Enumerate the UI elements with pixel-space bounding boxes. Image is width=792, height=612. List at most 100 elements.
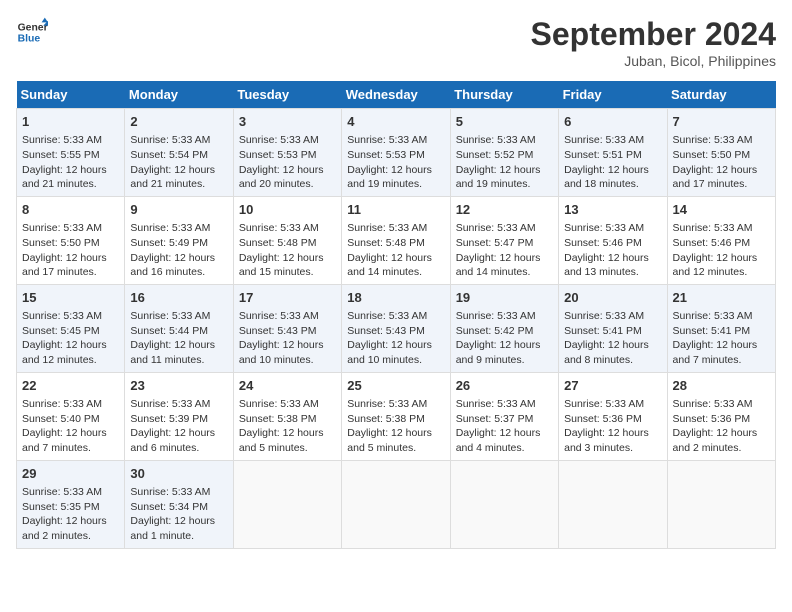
- day-number: 7: [673, 113, 770, 131]
- sunrise-text: Sunrise: 5:33 AM: [564, 398, 644, 410]
- sunrise-text: Sunrise: 5:33 AM: [456, 134, 536, 146]
- day-number: 9: [130, 201, 227, 219]
- table-row: 9Sunrise: 5:33 AMSunset: 5:49 PMDaylight…: [125, 196, 233, 284]
- sunrise-text: Sunrise: 5:33 AM: [673, 134, 753, 146]
- day-number: 26: [456, 377, 553, 395]
- sunset-text: Sunset: 5:42 PM: [456, 325, 534, 337]
- header-thursday: Thursday: [450, 81, 558, 109]
- sunrise-text: Sunrise: 5:33 AM: [22, 134, 102, 146]
- header-monday: Monday: [125, 81, 233, 109]
- table-row: 28Sunrise: 5:33 AMSunset: 5:36 PMDayligh…: [667, 372, 775, 460]
- sunset-text: Sunset: 5:41 PM: [673, 325, 751, 337]
- table-row: 25Sunrise: 5:33 AMSunset: 5:38 PMDayligh…: [342, 372, 450, 460]
- day-number: 14: [673, 201, 770, 219]
- day-number: 24: [239, 377, 336, 395]
- daylight-text: Daylight: 12 hours and 17 minutes.: [673, 164, 758, 191]
- day-number: 15: [22, 289, 119, 307]
- sunset-text: Sunset: 5:44 PM: [130, 325, 208, 337]
- day-number: 4: [347, 113, 444, 131]
- table-row: 3Sunrise: 5:33 AMSunset: 5:53 PMDaylight…: [233, 109, 341, 197]
- sunset-text: Sunset: 5:45 PM: [22, 325, 100, 337]
- sunrise-text: Sunrise: 5:33 AM: [22, 398, 102, 410]
- table-row: 5Sunrise: 5:33 AMSunset: 5:52 PMDaylight…: [450, 109, 558, 197]
- day-number: 8: [22, 201, 119, 219]
- table-row: [342, 460, 450, 548]
- daylight-text: Daylight: 12 hours and 1 minute.: [130, 515, 215, 542]
- daylight-text: Daylight: 12 hours and 16 minutes.: [130, 252, 215, 279]
- day-number: 16: [130, 289, 227, 307]
- daylight-text: Daylight: 12 hours and 7 minutes.: [22, 427, 107, 454]
- daylight-text: Daylight: 12 hours and 6 minutes.: [130, 427, 215, 454]
- day-number: 19: [456, 289, 553, 307]
- daylight-text: Daylight: 12 hours and 10 minutes.: [239, 339, 324, 366]
- header-friday: Friday: [559, 81, 667, 109]
- day-number: 2: [130, 113, 227, 131]
- table-row: 12Sunrise: 5:33 AMSunset: 5:47 PMDayligh…: [450, 196, 558, 284]
- table-row: 11Sunrise: 5:33 AMSunset: 5:48 PMDayligh…: [342, 196, 450, 284]
- daylight-text: Daylight: 12 hours and 15 minutes.: [239, 252, 324, 279]
- daylight-text: Daylight: 12 hours and 4 minutes.: [456, 427, 541, 454]
- sunset-text: Sunset: 5:38 PM: [347, 413, 425, 425]
- daylight-text: Daylight: 12 hours and 19 minutes.: [456, 164, 541, 191]
- daylight-text: Daylight: 12 hours and 20 minutes.: [239, 164, 324, 191]
- sunrise-text: Sunrise: 5:33 AM: [347, 310, 427, 322]
- sunset-text: Sunset: 5:49 PM: [130, 237, 208, 249]
- table-row: 20Sunrise: 5:33 AMSunset: 5:41 PMDayligh…: [559, 284, 667, 372]
- sunrise-text: Sunrise: 5:33 AM: [347, 398, 427, 410]
- table-row: [559, 460, 667, 548]
- sunset-text: Sunset: 5:53 PM: [239, 149, 317, 161]
- daylight-text: Daylight: 12 hours and 13 minutes.: [564, 252, 649, 279]
- day-number: 23: [130, 377, 227, 395]
- sunset-text: Sunset: 5:53 PM: [347, 149, 425, 161]
- daylight-text: Daylight: 12 hours and 17 minutes.: [22, 252, 107, 279]
- calendar-week-row: 29Sunrise: 5:33 AMSunset: 5:35 PMDayligh…: [17, 460, 776, 548]
- sunrise-text: Sunrise: 5:33 AM: [130, 310, 210, 322]
- sunset-text: Sunset: 5:43 PM: [347, 325, 425, 337]
- sunset-text: Sunset: 5:48 PM: [347, 237, 425, 249]
- sunset-text: Sunset: 5:39 PM: [130, 413, 208, 425]
- table-row: 10Sunrise: 5:33 AMSunset: 5:48 PMDayligh…: [233, 196, 341, 284]
- daylight-text: Daylight: 12 hours and 9 minutes.: [456, 339, 541, 366]
- sunset-text: Sunset: 5:52 PM: [456, 149, 534, 161]
- calendar-header-row: Sunday Monday Tuesday Wednesday Thursday…: [17, 81, 776, 109]
- header-sunday: Sunday: [17, 81, 125, 109]
- sunrise-text: Sunrise: 5:33 AM: [673, 398, 753, 410]
- calendar-week-row: 8Sunrise: 5:33 AMSunset: 5:50 PMDaylight…: [17, 196, 776, 284]
- daylight-text: Daylight: 12 hours and 14 minutes.: [456, 252, 541, 279]
- table-row: 6Sunrise: 5:33 AMSunset: 5:51 PMDaylight…: [559, 109, 667, 197]
- sunset-text: Sunset: 5:35 PM: [22, 501, 100, 513]
- table-row: 7Sunrise: 5:33 AMSunset: 5:50 PMDaylight…: [667, 109, 775, 197]
- daylight-text: Daylight: 12 hours and 12 minutes.: [673, 252, 758, 279]
- sunset-text: Sunset: 5:47 PM: [456, 237, 534, 249]
- day-number: 27: [564, 377, 661, 395]
- day-number: 25: [347, 377, 444, 395]
- sunrise-text: Sunrise: 5:33 AM: [456, 310, 536, 322]
- calendar-title: September 2024: [531, 16, 776, 53]
- day-number: 10: [239, 201, 336, 219]
- sunrise-text: Sunrise: 5:33 AM: [564, 310, 644, 322]
- table-row: 17Sunrise: 5:33 AMSunset: 5:43 PMDayligh…: [233, 284, 341, 372]
- day-number: 6: [564, 113, 661, 131]
- day-number: 21: [673, 289, 770, 307]
- calendar-week-row: 1Sunrise: 5:33 AMSunset: 5:55 PMDaylight…: [17, 109, 776, 197]
- table-row: 27Sunrise: 5:33 AMSunset: 5:36 PMDayligh…: [559, 372, 667, 460]
- day-number: 17: [239, 289, 336, 307]
- sunset-text: Sunset: 5:40 PM: [22, 413, 100, 425]
- sunset-text: Sunset: 5:43 PM: [239, 325, 317, 337]
- sunrise-text: Sunrise: 5:33 AM: [347, 134, 427, 146]
- sunrise-text: Sunrise: 5:33 AM: [22, 222, 102, 234]
- day-number: 20: [564, 289, 661, 307]
- sunset-text: Sunset: 5:46 PM: [673, 237, 751, 249]
- sunset-text: Sunset: 5:37 PM: [456, 413, 534, 425]
- sunset-text: Sunset: 5:38 PM: [239, 413, 317, 425]
- day-number: 12: [456, 201, 553, 219]
- table-row: 21Sunrise: 5:33 AMSunset: 5:41 PMDayligh…: [667, 284, 775, 372]
- sunrise-text: Sunrise: 5:33 AM: [22, 486, 102, 498]
- svg-text:Blue: Blue: [18, 34, 41, 45]
- sunrise-text: Sunrise: 5:33 AM: [239, 134, 319, 146]
- table-row: 4Sunrise: 5:33 AMSunset: 5:53 PMDaylight…: [342, 109, 450, 197]
- sunrise-text: Sunrise: 5:33 AM: [22, 310, 102, 322]
- day-number: 30: [130, 465, 227, 483]
- table-row: 24Sunrise: 5:33 AMSunset: 5:38 PMDayligh…: [233, 372, 341, 460]
- daylight-text: Daylight: 12 hours and 7 minutes.: [673, 339, 758, 366]
